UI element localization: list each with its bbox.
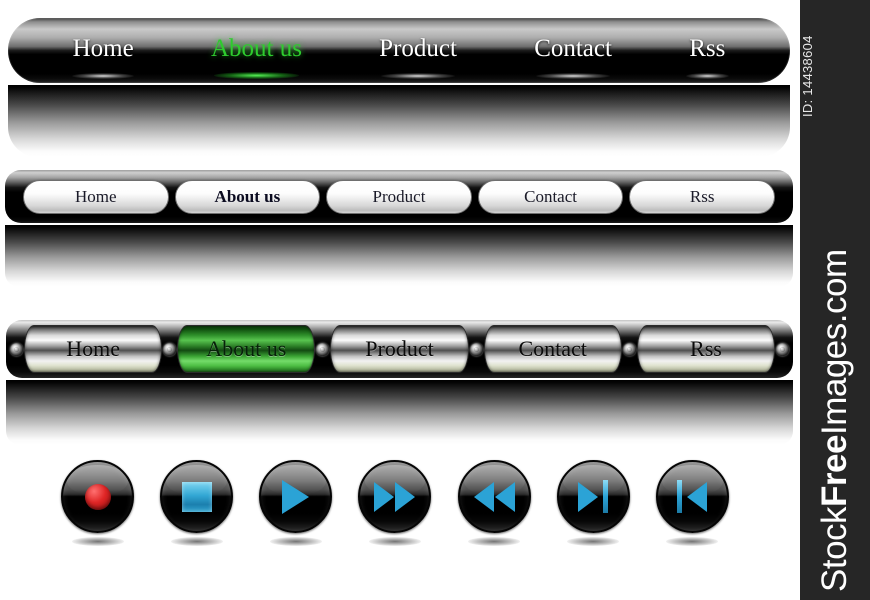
stop-button[interactable] bbox=[159, 460, 234, 555]
button-shadow bbox=[269, 537, 322, 546]
watermark-site-prefix: Stock bbox=[815, 506, 854, 592]
play-icon bbox=[282, 479, 310, 514]
rivet-icon bbox=[163, 342, 177, 356]
fast-forward-button-face[interactable] bbox=[358, 460, 432, 533]
watermark-sidebar: ID: 14438604 Stock Free Images.com bbox=[800, 0, 870, 600]
previous-track-button[interactable] bbox=[655, 460, 730, 555]
nav2-item-rss[interactable]: Rss bbox=[629, 179, 775, 214]
nav3-item-home[interactable]: Home bbox=[24, 325, 163, 373]
media-button-row bbox=[60, 460, 730, 560]
button-shadow bbox=[170, 537, 223, 546]
next-track-icon bbox=[578, 480, 609, 513]
navbar-glossy-black-items: Home About us Product Contact Rss bbox=[8, 18, 790, 83]
nav3-item-about-us[interactable]: About us bbox=[177, 325, 316, 373]
fast-forward-button[interactable] bbox=[357, 460, 432, 555]
rivet-icon bbox=[622, 342, 636, 356]
play-button[interactable] bbox=[258, 460, 333, 555]
rivet-icon bbox=[469, 342, 483, 356]
nav1-item-home[interactable]: Home bbox=[63, 34, 144, 79]
button-shadow bbox=[368, 537, 421, 546]
button-shadow bbox=[666, 537, 719, 546]
navbar-chrome-reflection bbox=[6, 380, 793, 445]
watermark-image-id: ID: 14438604 bbox=[800, 35, 815, 117]
nav3-item-contact[interactable]: Contact bbox=[483, 325, 622, 373]
record-icon bbox=[84, 483, 111, 510]
stop-button-face[interactable] bbox=[160, 460, 234, 533]
record-button[interactable] bbox=[60, 460, 135, 555]
nav3-item-rss[interactable]: Rss bbox=[636, 325, 776, 373]
previous-track-button-face[interactable] bbox=[655, 460, 729, 533]
next-track-button[interactable] bbox=[556, 460, 631, 555]
navbar-glossy-black-reflection bbox=[8, 85, 790, 157]
rivet-icon bbox=[316, 342, 330, 356]
navbar-white-pills[interactable]: Home About us Product Contact Rss bbox=[5, 170, 793, 223]
stop-icon bbox=[181, 481, 212, 512]
fast-forward-icon bbox=[374, 481, 416, 512]
watermark-site-suffix: Images.com bbox=[815, 249, 854, 436]
rivet-icon bbox=[10, 342, 23, 356]
watermark-site-name: Stock Free Images.com bbox=[800, 162, 870, 592]
rivet-icon bbox=[776, 342, 790, 356]
nav3-item-product[interactable]: Product bbox=[330, 325, 469, 373]
navbar-glossy-black[interactable]: Home About us Product Contact Rss bbox=[8, 18, 790, 83]
nav1-item-contact[interactable]: Contact bbox=[524, 34, 622, 79]
navbar-chrome[interactable]: Home About us Product Contact Rss bbox=[6, 320, 793, 378]
rewind-button-face[interactable] bbox=[457, 460, 531, 533]
rewind-icon bbox=[473, 481, 515, 512]
nav2-item-contact[interactable]: Contact bbox=[477, 179, 624, 214]
nav2-item-home[interactable]: Home bbox=[23, 179, 169, 214]
nav2-item-about-us[interactable]: About us bbox=[174, 179, 321, 214]
screenshot-canvas: Home About us Product Contact Rss Home A… bbox=[0, 0, 870, 600]
previous-track-icon bbox=[677, 480, 708, 513]
button-shadow bbox=[468, 537, 521, 546]
play-button-face[interactable] bbox=[259, 460, 333, 533]
button-shadow bbox=[71, 537, 124, 546]
nav2-item-product[interactable]: Product bbox=[326, 179, 472, 214]
nav1-item-product[interactable]: Product bbox=[369, 34, 467, 79]
button-shadow bbox=[567, 537, 620, 546]
next-track-button-face[interactable] bbox=[556, 460, 630, 533]
record-button-face[interactable] bbox=[61, 460, 134, 533]
rewind-button[interactable] bbox=[457, 460, 532, 555]
nav1-item-about-us[interactable]: About us bbox=[201, 34, 312, 79]
navbar-white-pills-reflection bbox=[5, 225, 793, 287]
navbar-white-pills-items: Home About us Product Contact Rss bbox=[5, 170, 793, 223]
nav1-item-rss[interactable]: Rss bbox=[679, 34, 735, 79]
watermark-site-bold: Free bbox=[815, 435, 854, 507]
